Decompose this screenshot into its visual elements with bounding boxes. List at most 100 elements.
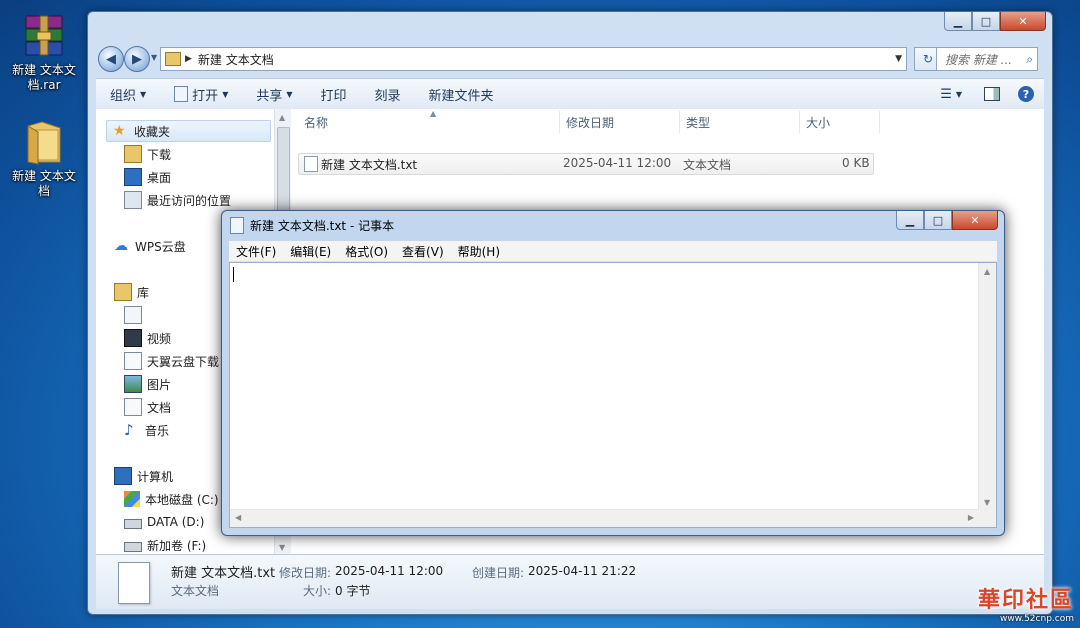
nav-desktop[interactable]: 桌面 xyxy=(124,167,171,187)
organize-button[interactable]: 组织 ▼ xyxy=(96,85,160,104)
nav-recent-label: 最近访问的位置 xyxy=(147,193,232,208)
nav-library[interactable]: 库 xyxy=(114,282,149,302)
scroll-left-arrow-icon[interactable]: ◀ xyxy=(235,513,241,522)
scroll-right-arrow-icon[interactable]: ▶ xyxy=(968,513,974,522)
desktop-icon-rar-label: 新建 文本文档.rar xyxy=(12,63,76,92)
column-modified-header[interactable]: 修改日期 xyxy=(560,111,680,133)
close-button[interactable]: ✕ xyxy=(1000,12,1046,31)
notepad-app-icon xyxy=(230,217,244,234)
view-options-button[interactable]: ☰ ▼ xyxy=(926,87,976,102)
nav-drive-f-label: 新加卷 (F:) xyxy=(147,538,207,553)
nav-computer[interactable]: 计算机 xyxy=(114,466,173,486)
hard-drive-icon xyxy=(124,519,142,529)
history-dropdown-icon[interactable]: ▼ xyxy=(151,53,157,62)
menu-view[interactable]: 查看(V) xyxy=(395,243,451,260)
size-grip-icon[interactable] xyxy=(979,510,996,527)
address-dropdown-icon[interactable]: ▼ xyxy=(895,54,902,64)
column-size-header[interactable]: 大小 xyxy=(800,111,880,133)
scroll-up-arrow-icon[interactable]: ▲ xyxy=(984,267,990,276)
watermark-url: www.52cnp.com xyxy=(999,614,1074,624)
nav-drive-c[interactable]: 本地磁盘 (C:) xyxy=(124,489,219,509)
help-button[interactable]: ? xyxy=(1008,86,1044,102)
breadcrumb[interactable]: 新建 文本文档 xyxy=(198,51,274,68)
nav-recent[interactable]: 最近访问的位置 xyxy=(124,190,231,210)
search-icon: ⌕ xyxy=(1026,51,1033,66)
back-button[interactable]: ◀ xyxy=(98,46,124,72)
winrar-archive-icon xyxy=(20,12,68,60)
nav-music-label: 音乐 xyxy=(145,423,170,438)
column-name-header[interactable]: 名称 xyxy=(298,111,560,133)
horizontal-scrollbar[interactable]: ◀ ▶ xyxy=(230,509,979,527)
nav-downloads[interactable]: 下载 xyxy=(124,144,171,164)
forward-button[interactable]: ▶ xyxy=(124,46,150,72)
vertical-scrollbar[interactable]: ▲ ▼ xyxy=(978,263,996,511)
nav-music[interactable]: ♪ 音乐 xyxy=(124,420,169,440)
search-input[interactable]: 搜索 新建 ... ⌕ xyxy=(936,47,1038,71)
scroll-down-arrow-icon[interactable]: ▼ xyxy=(279,543,285,552)
menu-help[interactable]: 帮助(H) xyxy=(451,243,507,260)
folder-icon xyxy=(20,118,68,166)
notepad-minimize-button[interactable]: ▁ xyxy=(896,211,924,230)
notepad-icon xyxy=(174,86,189,102)
nav-pictures[interactable]: 图片 xyxy=(124,374,171,394)
computer-icon xyxy=(114,467,132,485)
column-type-header[interactable]: 类型 xyxy=(680,111,800,133)
recent-places-icon xyxy=(124,191,142,209)
open-label: 打开 xyxy=(192,88,219,104)
file-row[interactable]: 新建 文本文档.txt 2025-04-11 12:00 文本文档 0 KB xyxy=(298,153,874,175)
dropdown-arrow-icon: ▼ xyxy=(222,89,229,99)
details-size-value: 0 字节 xyxy=(335,584,371,598)
large-text-file-icon xyxy=(118,562,150,604)
dropdown-arrow-icon: ▼ xyxy=(955,89,962,99)
nav-favorites[interactable]: ★ 收藏夹 xyxy=(106,120,271,142)
file-size: 0 KB xyxy=(842,156,870,170)
menu-edit[interactable]: 编辑(E) xyxy=(283,243,338,260)
nav-library-blank[interactable] xyxy=(124,305,147,325)
forward-arrow-icon: ▶ xyxy=(132,51,142,67)
notepad-text-area[interactable]: ▲ ▼ ◀ ▶ xyxy=(229,262,997,528)
print-button[interactable]: 打印 xyxy=(307,85,361,104)
details-modified-label: 修改日期: xyxy=(279,566,332,580)
nav-desktop-label: 桌面 xyxy=(147,170,172,185)
back-arrow-icon: ◀ xyxy=(106,51,116,67)
burn-button[interactable]: 刻录 xyxy=(361,85,415,104)
nav-documents[interactable]: 文档 xyxy=(124,397,171,417)
breadcrumb-separator-icon[interactable]: ▶ xyxy=(185,54,192,64)
nav-wps[interactable]: ☁ WPS云盘 xyxy=(114,236,186,256)
minimize-button[interactable]: ▁ xyxy=(944,12,972,31)
notepad-close-button[interactable]: ✕ xyxy=(952,211,998,230)
desktop-icon xyxy=(124,168,142,186)
nav-drive-d[interactable]: DATA (D:) xyxy=(124,512,204,532)
details-filetype: 文本文档 xyxy=(171,584,220,598)
share-button[interactable]: 共享 ▼ xyxy=(242,85,306,104)
address-bar[interactable]: ▶ 新建 文本文档 ▼ xyxy=(160,47,907,71)
nav-video[interactable]: 视频 xyxy=(124,328,171,348)
preview-pane-button[interactable] xyxy=(976,87,1008,101)
notepad-maximize-button[interactable]: □ xyxy=(924,211,952,230)
picture-icon xyxy=(124,375,142,393)
menu-format[interactable]: 格式(O) xyxy=(338,243,395,260)
refresh-icon: ↻ xyxy=(922,52,934,66)
menu-file[interactable]: 文件(F) xyxy=(229,243,283,260)
address-row: ◀ ▶ ▼ ▶ 新建 文本文档 ▼ ↻ 搜索 新建 ... ⌕ xyxy=(96,45,1044,72)
file-modified: 2025-04-11 12:00 xyxy=(563,156,672,170)
star-icon: ★ xyxy=(113,123,126,139)
nav-computer-label: 计算机 xyxy=(137,469,174,484)
desktop-icon-folder[interactable]: 新建 文本文档 xyxy=(8,118,80,199)
new-folder-button[interactable]: 新建文件夹 xyxy=(415,85,508,104)
scroll-up-arrow-icon[interactable]: ▲ xyxy=(279,113,285,122)
nav-downloads-label: 下载 xyxy=(147,147,172,162)
folder-small-icon xyxy=(165,52,181,66)
nav-tianyi[interactable]: 天翼云盘下载 xyxy=(124,351,219,371)
dropdown-arrow-icon: ▼ xyxy=(286,89,293,99)
downloads-icon xyxy=(124,145,142,163)
file-name: 新建 文本文档.txt xyxy=(321,158,418,172)
view-list-icon: ☰ xyxy=(940,86,952,102)
open-button[interactable]: 打开 ▼ xyxy=(160,85,242,104)
nav-drive-f[interactable]: 新加卷 (F:) xyxy=(124,535,206,554)
scrollbar-thumb[interactable] xyxy=(277,127,290,219)
details-modified-value: 2025-04-11 12:00 xyxy=(335,564,444,578)
maximize-button[interactable]: □ xyxy=(972,12,1000,31)
desktop-icon-rar[interactable]: 新建 文本文档.rar xyxy=(8,12,80,93)
scroll-down-arrow-icon[interactable]: ▼ xyxy=(984,498,990,507)
